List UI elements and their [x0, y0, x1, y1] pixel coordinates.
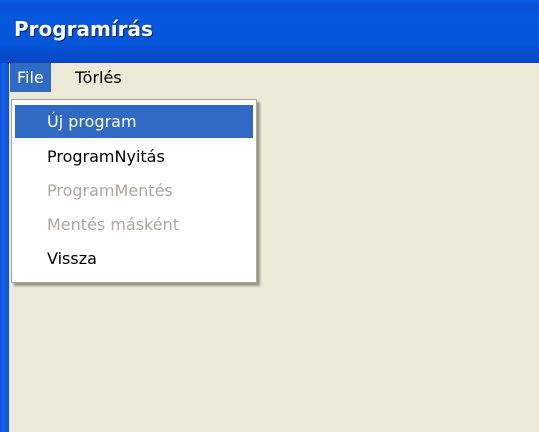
menu-item-mentes-maskent: Mentés másként: [47, 215, 180, 234]
menu-torles[interactable]: Törlés: [68, 63, 129, 92]
application-window: Programírás File Törlés Új program Progr…: [0, 0, 539, 432]
menu-item-uj-program[interactable]: Új program: [15, 105, 253, 138]
file-menu-dropdown: Új program ProgramNyitás ProgramMentés M…: [11, 99, 257, 283]
menu-item-program-mentes: ProgramMentés: [47, 181, 173, 200]
menu-item-vissza[interactable]: Vissza: [15, 242, 253, 275]
menu-item-program-nyitas[interactable]: ProgramNyitás: [15, 140, 253, 173]
window-title: Programírás: [14, 17, 153, 41]
menu-bar: File Törlés: [9, 63, 539, 94]
title-bar[interactable]: Programírás: [0, 0, 539, 63]
menu-file[interactable]: File: [10, 63, 51, 92]
window-left-border: [0, 63, 9, 432]
